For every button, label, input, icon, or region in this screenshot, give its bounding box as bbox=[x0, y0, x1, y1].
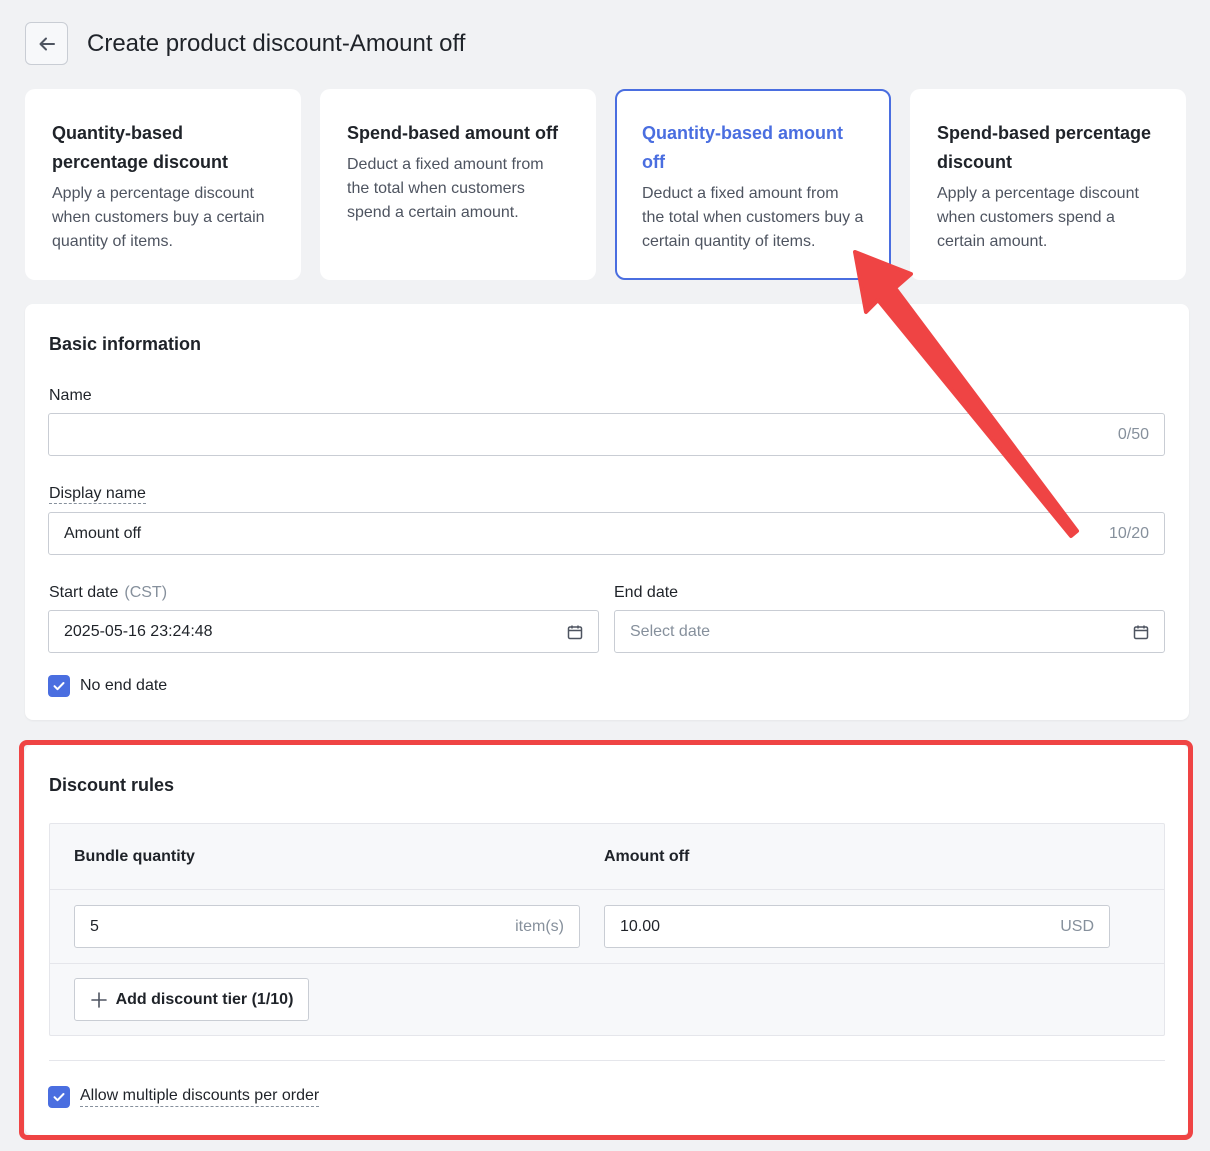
section-title: Basic information bbox=[49, 334, 202, 354]
calendar-icon bbox=[1133, 625, 1149, 639]
card-description: Deduct a fixed amount from the total whe… bbox=[347, 156, 544, 221]
card-title: Quantity-based percentage discount bbox=[52, 123, 229, 172]
section-divider bbox=[49, 1060, 1165, 1061]
arrow-left-icon bbox=[39, 37, 55, 50]
card-title: Quantity-based amount off bbox=[642, 123, 844, 172]
add-discount-tier-button[interactable]: Add discount tier (1/10) bbox=[74, 978, 309, 1021]
checkbox-checked[interactable] bbox=[48, 1086, 70, 1108]
no-end-date-checkbox[interactable]: No end date bbox=[48, 675, 167, 697]
amount-off-input[interactable]: 10.00 USD bbox=[604, 905, 1110, 948]
page-title: Create product discount-Amount off bbox=[87, 29, 466, 57]
allow-multiple-discounts-checkbox[interactable]: Allow multiple discounts per order bbox=[48, 1086, 320, 1108]
end-date-picker[interactable]: Select date bbox=[614, 610, 1165, 653]
check-icon bbox=[53, 1093, 65, 1102]
card-description: Apply a percentage discount when custome… bbox=[937, 185, 1139, 250]
display-name-value: Amount off bbox=[64, 524, 142, 542]
name-char-count: 0/50 bbox=[1117, 425, 1149, 443]
card-description: Deduct a fixed amount from the total whe… bbox=[642, 185, 864, 250]
plus-icon bbox=[90, 991, 107, 1008]
section-title: Discount rules bbox=[49, 775, 175, 795]
timezone-label: (CST) bbox=[124, 584, 168, 601]
name-input[interactable]: 0/50 bbox=[48, 413, 1165, 456]
calendar-icon bbox=[567, 625, 583, 639]
check-icon bbox=[53, 682, 65, 691]
start-date-label: Start date (CST) bbox=[49, 584, 168, 601]
page-header: Create product discount-Amount off bbox=[25, 22, 465, 65]
type-card-quantity-percentage[interactable]: Quantity-based percentage discount Apply… bbox=[25, 89, 301, 280]
start-date-value: 2025-05-16 23:24:48 bbox=[64, 622, 213, 640]
basic-information-panel: Basic information Name 0/50 Display name… bbox=[25, 304, 1189, 720]
bundle-quantity-value: 5 bbox=[90, 917, 99, 935]
card-description: Apply a percentage discount when custome… bbox=[52, 185, 265, 250]
checkbox-checked[interactable] bbox=[48, 675, 70, 697]
quantity-unit: item(s) bbox=[515, 917, 564, 935]
column-header-amount-off: Amount off bbox=[604, 848, 690, 865]
bundle-quantity-input[interactable]: 5 item(s) bbox=[74, 905, 580, 948]
card-title: Spend-based amount off bbox=[347, 123, 558, 143]
back-button[interactable] bbox=[25, 22, 68, 65]
start-date-picker[interactable]: 2025-05-16 23:24:48 bbox=[48, 610, 599, 653]
row-divider bbox=[50, 889, 1164, 890]
card-title: Spend-based percentage discount bbox=[937, 123, 1152, 172]
display-name-label: Display name bbox=[49, 485, 146, 504]
type-card-spend-percentage[interactable]: Spend-based percentage discount Apply a … bbox=[910, 89, 1186, 280]
display-name-char-count: 10/20 bbox=[1108, 524, 1149, 542]
end-date-placeholder: Select date bbox=[630, 622, 711, 640]
add-tier-label: Add discount tier (1/10) bbox=[115, 990, 294, 1008]
discount-type-selector: Quantity-based percentage discount Apply… bbox=[25, 89, 1189, 280]
currency-unit: USD bbox=[1060, 917, 1094, 935]
type-card-spend-amount[interactable]: Spend-based amount off Deduct a fixed am… bbox=[320, 89, 596, 280]
name-label: Name bbox=[49, 387, 92, 404]
end-date-label: End date bbox=[614, 584, 679, 601]
display-name-input[interactable]: Amount off 10/20 bbox=[48, 512, 1165, 555]
no-end-date-label: No end date bbox=[80, 677, 168, 694]
discount-tiers-table: Bundle quantity Amount off 5 item(s) 10.… bbox=[49, 823, 1165, 1036]
type-card-quantity-amount[interactable]: Quantity-based amount off Deduct a fixed… bbox=[615, 89, 891, 280]
amount-off-value: 10.00 bbox=[620, 917, 661, 935]
row-divider bbox=[50, 963, 1164, 964]
discount-rules-panel: Discount rules Bundle quantity Amount of… bbox=[25, 745, 1189, 1135]
column-header-bundle-quantity: Bundle quantity bbox=[74, 848, 195, 865]
allow-multiple-discounts-label: Allow multiple discounts per order bbox=[80, 1087, 320, 1107]
